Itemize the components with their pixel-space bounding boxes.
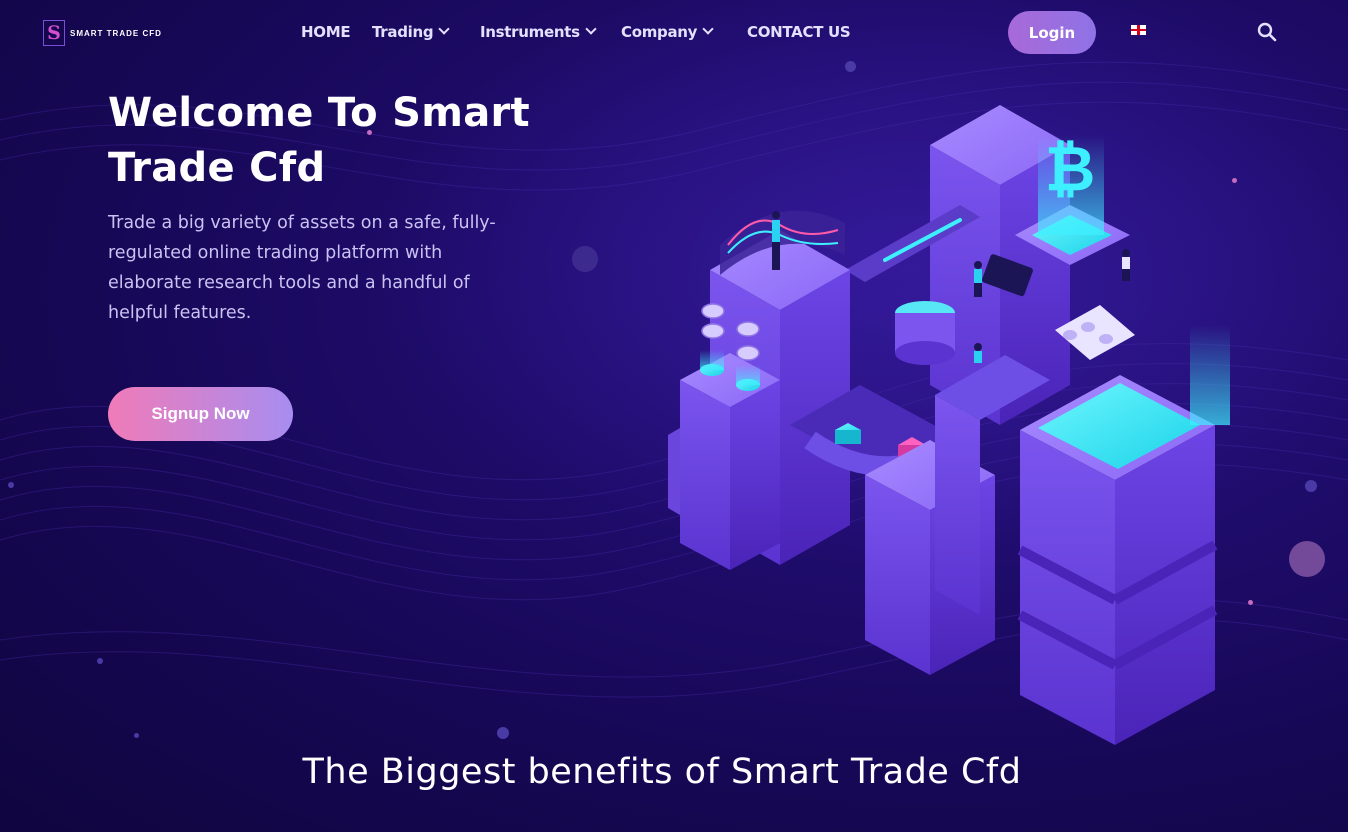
orb <box>1232 178 1237 183</box>
nav-company[interactable]: Company <box>621 23 714 41</box>
hero-title: Welcome To Smart Trade Cfd <box>108 90 530 191</box>
orb <box>134 733 139 738</box>
top-navbar: S SMART TRADE CFD HOME Trading Instrumen… <box>0 0 1348 64</box>
nav-instruments-label: Instruments <box>480 23 580 41</box>
logo-mark: S <box>43 20 65 46</box>
signup-button[interactable]: Signup Now <box>108 387 293 441</box>
nav-company-label: Company <box>621 23 698 41</box>
nav-contact-label: CONTACT US <box>747 23 851 41</box>
hero-subtitle: Trade a big variety of assets on a safe,… <box>108 213 496 323</box>
english-flag-icon[interactable] <box>1131 25 1146 35</box>
chevron-down-icon <box>585 23 597 35</box>
site-logo[interactable]: S SMART TRADE CFD <box>43 20 162 46</box>
crypto-platform-illustration: ₿ <box>668 105 1230 745</box>
orb <box>1248 600 1253 605</box>
nav-contact[interactable]: CONTACT US <box>747 23 851 41</box>
chevron-down-icon <box>438 23 450 35</box>
nav-instruments[interactable]: Instruments <box>480 23 597 41</box>
orb <box>97 658 103 664</box>
orb <box>8 482 14 488</box>
orb <box>1289 541 1325 577</box>
logo-text: SMART TRADE CFD <box>70 28 162 38</box>
search-icon[interactable] <box>1257 22 1277 42</box>
orb <box>572 246 598 272</box>
nav-trading[interactable]: Trading <box>372 23 450 41</box>
login-button[interactable]: Login <box>1008 11 1096 54</box>
bitcoin-icon: ₿ <box>1045 132 1096 205</box>
nav-home-label: HOME <box>301 23 351 41</box>
orb <box>1305 480 1317 492</box>
orb <box>497 727 509 739</box>
nav-trading-label: Trading <box>372 23 434 41</box>
chevron-down-icon <box>702 23 714 35</box>
nav-home[interactable]: HOME <box>301 23 351 41</box>
benefits-section-title: The Biggest benefits of Smart Trade Cfd <box>302 752 1022 792</box>
